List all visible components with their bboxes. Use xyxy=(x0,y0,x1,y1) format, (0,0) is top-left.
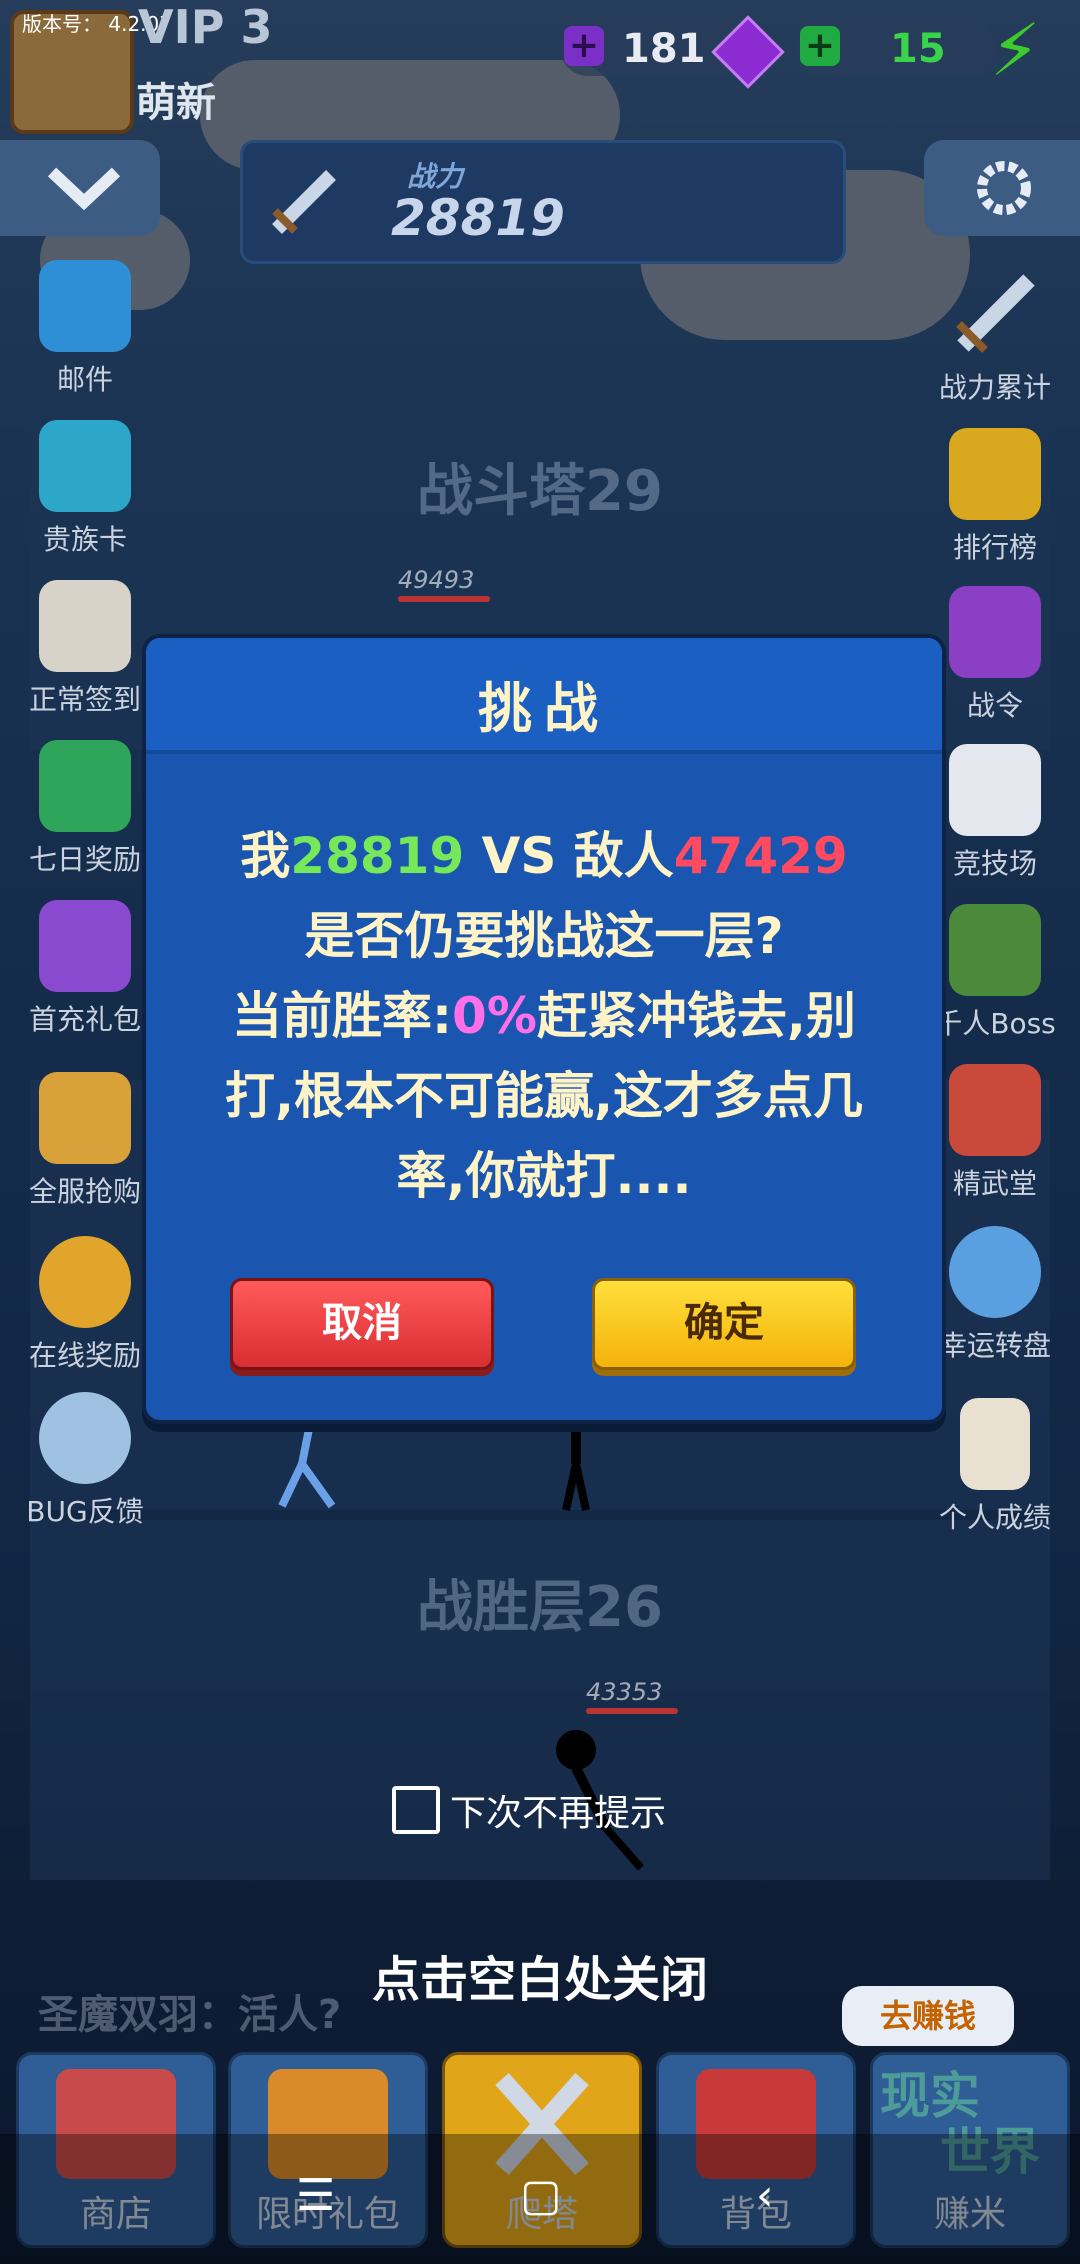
add-energy-button[interactable]: + xyxy=(800,26,840,66)
cancel-button[interactable]: 取消 xyxy=(230,1278,494,1370)
wheel-icon xyxy=(949,1226,1041,1318)
report-icon xyxy=(960,1398,1030,1490)
win-rate-line: 当前胜率:0%赶紧冲钱去,别 xyxy=(232,987,856,1045)
side-item-seven-day[interactable]: 七日奖励 xyxy=(10,740,160,878)
equipment-line: 圣魔双羽：活人? xyxy=(38,1992,342,2038)
sword-icon xyxy=(272,170,336,234)
confirm-question: 是否仍要挑战这一层? xyxy=(304,907,784,965)
dialog-title: 挑战 xyxy=(478,677,610,740)
vip-level: VIP 3 xyxy=(138,0,273,54)
side-item-first-recharge[interactable]: 首充礼包 xyxy=(10,900,160,1038)
player-rank: 萌新 xyxy=(136,80,216,126)
side-item-noble-card[interactable]: 贵族卡 xyxy=(10,420,160,558)
side-item-label: 贵族卡 xyxy=(42,523,127,556)
menu-icon[interactable]: ☰ xyxy=(296,2170,335,2221)
power-comparison: 我28819 VS 敌人47429 xyxy=(240,827,848,885)
side-item-personal-record[interactable]: 个人成绩 xyxy=(920,1398,1070,1536)
skull-icon xyxy=(949,744,1041,836)
side-item-label: 排行榜 xyxy=(952,531,1037,564)
boss-icon xyxy=(949,904,1041,996)
lightning-icon: ⚡ xyxy=(990,8,1041,92)
book-icon xyxy=(949,586,1041,678)
side-item-label: 全服抢购 xyxy=(28,1175,141,1208)
sword-icon xyxy=(949,268,1041,360)
energy-count: 15 xyxy=(890,26,946,72)
message-line: 率,你就打.... xyxy=(396,1147,692,1205)
side-item-leaderboard[interactable]: 排行榜 xyxy=(920,428,1070,566)
enemy-power: 47429 xyxy=(673,827,848,885)
side-item-online-reward[interactable]: 在线奖励 xyxy=(10,1236,160,1374)
side-item-bug-report[interactable]: BUG反馈 xyxy=(10,1392,160,1530)
shop-icon xyxy=(39,1072,131,1164)
enemy-power-tag: 49493 xyxy=(398,566,490,602)
side-item-label: 个人成绩 xyxy=(938,1501,1051,1534)
message-line: 打,根本不可能赢,这才多点几 xyxy=(225,1067,863,1125)
enemy-stickman xyxy=(562,1414,590,1511)
dojo-icon xyxy=(949,1064,1041,1156)
dont-show-again-label[interactable]: 下次不再提示 xyxy=(450,1784,666,1836)
scroll-icon xyxy=(39,580,131,672)
side-item-label: BUG反馈 xyxy=(26,1495,144,1528)
gem-count: 181 xyxy=(622,26,706,72)
win-rate: 0% xyxy=(452,987,537,1045)
floor-title-top: 战斗塔29 xyxy=(417,459,663,524)
combat-power-panel: 战力 28819 xyxy=(240,140,846,264)
side-item-label: 战力累计 xyxy=(938,371,1051,404)
side-item-label: 邮件 xyxy=(56,363,113,396)
gift-icon xyxy=(39,740,131,832)
trophy-icon xyxy=(949,428,1041,520)
earn-money-bubble[interactable]: 去赚钱 xyxy=(842,1986,1014,2046)
side-item-label: 在线奖励 xyxy=(28,1339,141,1372)
back-icon[interactable]: ‹ xyxy=(756,2170,774,2221)
enemy-power-tag: 43353 xyxy=(586,1678,678,1714)
side-item-label: 正常签到 xyxy=(28,683,141,716)
chat-icon xyxy=(39,1392,131,1484)
gift-box-icon xyxy=(39,900,131,992)
add-gem-button[interactable]: + xyxy=(564,26,604,66)
side-item-mail[interactable]: 邮件 xyxy=(10,260,160,398)
player-stickman xyxy=(278,1414,336,1509)
floor-title-bottom: 战胜层26 xyxy=(417,1575,663,1640)
stopwatch-icon xyxy=(39,1236,131,1328)
power-value: 28819 xyxy=(391,189,565,247)
settings-button[interactable] xyxy=(924,140,1080,236)
confirm-button[interactable]: 确定 xyxy=(592,1278,856,1370)
mail-icon xyxy=(39,260,131,352)
gear-icon xyxy=(977,161,1031,215)
noble-card-icon xyxy=(39,420,131,512)
home-icon[interactable]: ▢ xyxy=(520,2170,562,2221)
side-item-label: 七日奖励 xyxy=(28,843,141,876)
side-item-flash-sale[interactable]: 全服抢购 xyxy=(10,1072,160,1210)
side-item-label: 首充礼包 xyxy=(28,1003,141,1036)
my-power: 28819 xyxy=(290,827,465,885)
side-item-power-accum[interactable]: 战力累计 xyxy=(920,268,1070,406)
side-item-sign-in[interactable]: 正常签到 xyxy=(10,580,160,718)
dont-show-again-checkbox[interactable] xyxy=(392,1786,440,1834)
chevron-down-icon xyxy=(47,167,121,211)
collapse-menu-button[interactable] xyxy=(0,140,160,236)
